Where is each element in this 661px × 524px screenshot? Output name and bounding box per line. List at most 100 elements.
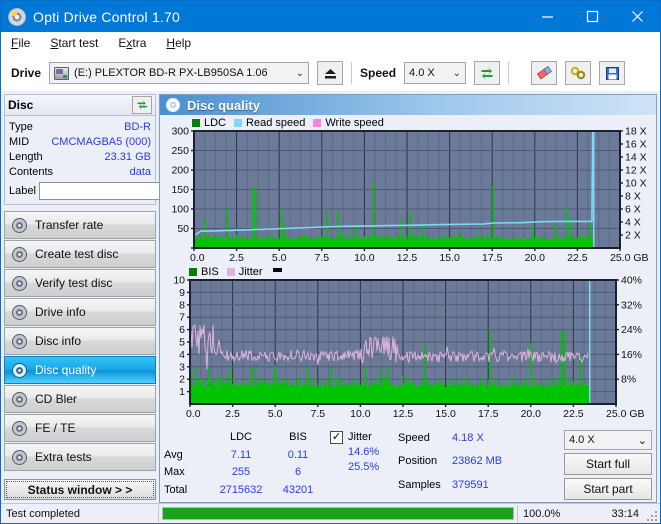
bis-jitter-chart-canvas[interactable]: 12345678910 8% 16% 24% 32% 40% 0.0 2.5 5.0 7.5 10.… <box>162 266 653 421</box>
bis-jitter-chart: BIS Jitter 1 2 3 4 5 6 7 8 9 10 8% 16% 24% 32% 40% 0.0 2… <box>162 266 654 421</box>
stats-bis-total: 43201 <box>282 483 314 496</box>
maximize-button[interactable] <box>570 1 615 32</box>
menu-extra[interactable]: Extra <box>118 36 146 50</box>
ldc-chart-canvas[interactable]: 50 100 150 200 250 300 2 X4 X6 X8 X10 X12 X14 … <box>162 117 653 265</box>
resize-grip[interactable] <box>644 504 660 524</box>
sidebar-item-label: Transfer rate <box>35 218 104 232</box>
legend-label-write-speed: Write speed <box>325 117 384 129</box>
refresh-button[interactable] <box>474 61 501 85</box>
sidebar-item-create-test-disc[interactable]: Create test disc <box>4 240 156 268</box>
svg-text:22.5: 22.5 <box>563 408 584 420</box>
disc-contents-key: Contents <box>9 165 54 178</box>
speed-select[interactable]: 4.0 X ⌄ <box>404 62 467 84</box>
disc-icon <box>12 275 27 291</box>
sidebar-item-cd-bler[interactable]: CD Bler <box>4 385 156 413</box>
disc-label-key: Label <box>9 184 36 197</box>
disc-icon <box>12 246 27 262</box>
stats-ldc-total: 2715632 <box>219 483 263 496</box>
menu-file[interactable]: FFileile <box>11 36 30 50</box>
progress-percent: 100.0% <box>523 507 561 520</box>
speed-select-value: 4.0 X <box>409 67 435 79</box>
speed-stat-value: 4.18 X <box>452 432 484 444</box>
svg-text:1: 1 <box>179 386 185 398</box>
sidebar-item-label: Extra tests <box>35 450 92 464</box>
stats-row-avg: Avg <box>164 448 183 461</box>
svg-text:6: 6 <box>179 324 185 336</box>
chevron-down-icon: ⌄ <box>452 67 462 79</box>
legend-label-jitter: Jitter <box>238 266 263 278</box>
svg-text:8: 8 <box>179 299 185 311</box>
svg-text:5.0: 5.0 <box>272 252 287 264</box>
sidebar-item-fe-te[interactable]: FE / TE <box>4 414 156 442</box>
page-title: Disc quality <box>187 97 260 113</box>
start-full-button[interactable]: Start full <box>564 453 652 475</box>
sidebar-item-extra-tests[interactable]: Extra tests <box>4 443 156 471</box>
drive-toolbar: Drive (E:) PLEXTOR BD-R PX-LB950SA 1.06 … <box>1 55 660 91</box>
svg-text:12.5: 12.5 <box>397 252 418 264</box>
drive-select-value: (E:) PLEXTOR BD-R PX-LB950SA 1.06 <box>74 67 268 79</box>
erase-button[interactable] <box>531 61 558 85</box>
eject-button[interactable] <box>317 61 344 85</box>
disc-icon <box>12 217 27 233</box>
svg-text:2: 2 <box>179 374 185 386</box>
jitter-checkbox[interactable]: ✓ <box>330 431 343 444</box>
start-part-button[interactable]: Start part <box>564 478 652 500</box>
progress-track <box>162 507 514 520</box>
disc-refresh-button[interactable] <box>132 96 152 114</box>
stats-col-bis: BIS <box>289 431 307 443</box>
status-bar: Test completed 100.0% 33:14 <box>1 503 660 523</box>
disc-icon <box>12 333 27 349</box>
stats-col-ldc: LDC <box>229 431 252 443</box>
save-button[interactable] <box>599 61 626 85</box>
svg-text:0.0: 0.0 <box>190 252 205 264</box>
drive-select[interactable]: (E:) PLEXTOR BD-R PX-LB950SA 1.06 ⌄ <box>49 62 310 84</box>
minimize-button[interactable] <box>525 1 570 32</box>
tools-icon <box>570 66 585 79</box>
disc-row-length: Length 23.31 GB <box>9 149 151 164</box>
test-speed-select[interactable]: 4.0 X ⌄ <box>564 430 652 450</box>
disc-row-contents: Contents data <box>9 164 151 179</box>
sidebar-item-drive-info[interactable]: Drive info <box>4 298 156 326</box>
disc-icon <box>12 362 27 378</box>
stats-panel: LDC BIS Avg 7.11 0.11 Max 255 6 Total 27… <box>160 428 656 502</box>
status-window-button[interactable]: Status window > > <box>4 479 156 500</box>
menu-start-test[interactable]: Start test <box>50 36 98 50</box>
tools-button[interactable] <box>565 61 592 85</box>
eraser-icon <box>536 65 552 79</box>
measurement-column: Speed 4.18 X Position 23862 MB Samples 3… <box>398 430 518 500</box>
samples-stat-value: 379591 <box>452 478 489 491</box>
legend-swatch-bis <box>189 268 197 276</box>
bis-chart-legend: BIS Jitter <box>189 266 282 278</box>
sidebar-item-verify-test-disc[interactable]: Verify test disc <box>4 269 156 297</box>
sidebar-item-label: FE / TE <box>35 421 76 435</box>
save-icon <box>605 66 619 80</box>
refresh-icon <box>481 66 494 80</box>
sidebar-item-label: Disc info <box>35 334 82 348</box>
sidebar-item-disc-quality[interactable]: Disc quality <box>4 356 156 384</box>
svg-text:25.0 GB: 25.0 GB <box>606 408 645 420</box>
disc-row-type: Type BD-R <box>9 119 151 134</box>
samples-stat-label: Samples <box>398 478 441 491</box>
sidebar-item-label: CD Bler <box>35 392 78 406</box>
position-stat-value: 23862 MB <box>452 455 503 468</box>
sidebar-item-transfer-rate[interactable]: Transfer rate <box>4 211 156 239</box>
menu-help[interactable]: Help <box>166 36 191 50</box>
svg-text:20.0: 20.0 <box>521 408 542 420</box>
disc-type-value: BD-R <box>124 120 151 133</box>
close-button[interactable] <box>615 1 660 32</box>
svg-text:10: 10 <box>173 275 185 287</box>
svg-text:12.5: 12.5 <box>393 408 414 420</box>
disc-panel-body: Type BD-R MID CMCMAGBA5 (000) Length 23.… <box>4 116 240 205</box>
stats-ldc-max: 255 <box>231 466 251 478</box>
disc-row-mid: MID CMCMAGBA5 (000) <box>9 134 151 149</box>
sidebar: Disc Type BD-R MID CMCMAGBA5 (000) Lengt… <box>1 91 240 503</box>
legend-swatch-write-speed <box>313 119 322 127</box>
main-panel-header: Disc quality <box>160 95 656 115</box>
sidebar-item-disc-info[interactable]: Disc info <box>4 327 156 355</box>
chevron-down-icon: ⌄ <box>295 67 305 79</box>
svg-text:10.0: 10.0 <box>350 408 371 420</box>
svg-text:20.0: 20.0 <box>525 252 546 264</box>
svg-text:200: 200 <box>171 165 189 177</box>
svg-text:32%: 32% <box>621 299 642 311</box>
elapsed-time: 33:14 <box>611 507 639 520</box>
